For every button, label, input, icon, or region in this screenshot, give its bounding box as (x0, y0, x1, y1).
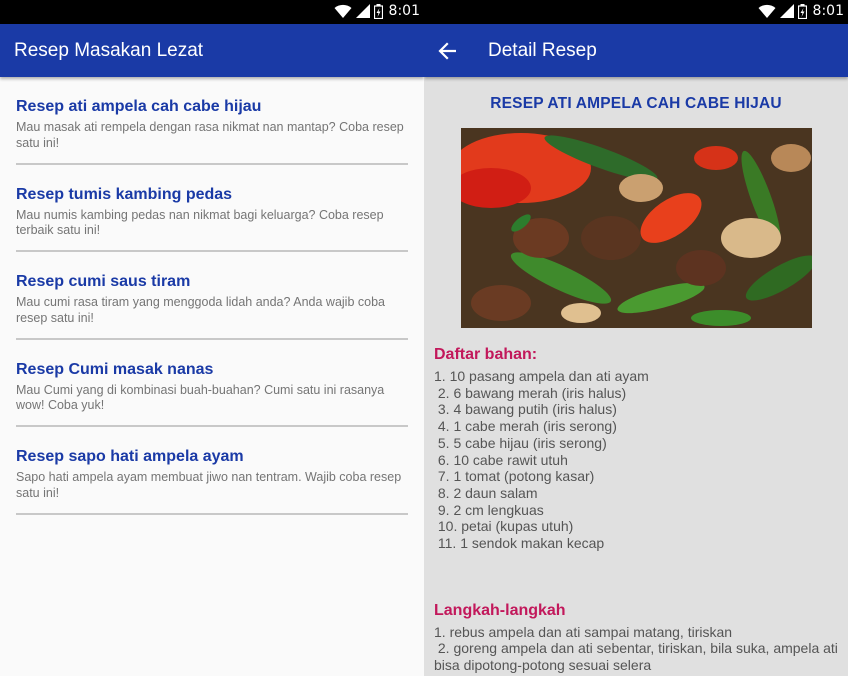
list-item: 9. 2 cm lengkuas (434, 501, 544, 518)
list-item: 10. petai (kupas utuh) (434, 518, 574, 535)
list-item: 3. 4 bawang putih (iris halus) (434, 401, 617, 418)
status-time: 8:01 (812, 3, 844, 19)
recipe-title: Resep cumi saus tiram (16, 273, 191, 290)
steps-heading: Langkah-langkah (434, 601, 566, 619)
recipe-title: Resep ati ampela cah cabe hijau (16, 98, 262, 115)
app-title: Resep Masakan Lezat (14, 39, 204, 61)
recipe-list: Resep ati ampela cah cabe hijau Mau masa… (0, 77, 424, 515)
recipe-list-screen: 8:01 Resep Masakan Lezat Resep ati ampel… (0, 0, 424, 676)
list-item: 4. 1 cabe merah (iris serong) (434, 418, 617, 435)
status-bar: 8:01 (424, 0, 848, 24)
recipe-title: Resep sapo hati ampela ayam (16, 448, 244, 465)
list-item: 1. 10 pasang ampela dan ati ayam (434, 368, 649, 384)
list-item[interactable]: Resep tumis kambing pedas Mau numis kamb… (16, 165, 408, 252)
battery-icon (797, 3, 807, 19)
ingredients-list: 1. 10 pasang ampela dan ati ayam 2. 6 ba… (434, 368, 838, 552)
list-item[interactable]: Resep Cumi masak nanas Mau Cumi yang di … (16, 340, 408, 427)
recipe-detail-screen: 8:01 Detail Resep RESEP ATI AMPELA CAH C… (424, 0, 848, 676)
battery-icon (373, 3, 383, 19)
app-bar: Detail Resep (424, 24, 848, 77)
list-item: 7. 1 tomat (potong kasar) (434, 468, 595, 485)
recipe-image (460, 128, 812, 328)
signal-icon (355, 4, 370, 18)
recipe-title: RESEP ATI AMPELA CAH CABE HIJAU (490, 95, 782, 112)
list-item: 6. 10 cabe rawit utuh (434, 451, 568, 468)
recipe-detail: RESEP ATI AMPELA CAH CABE HIJAU Daftar b… (424, 95, 848, 674)
list-item: 11. 1 sendok makan kecap (434, 535, 605, 552)
status-bar: 8:01 (0, 0, 424, 24)
list-item: 1. rebus ampela dan ati sampai matang, t… (434, 623, 733, 640)
list-item[interactable]: Resep sapo hati ampela ayam Sapo hati am… (16, 427, 408, 515)
recipe-description: Mau masak ati rempela dengan rasa nikmat… (16, 120, 404, 150)
list-item[interactable]: Resep ati ampela cah cabe hijau Mau masa… (16, 77, 408, 165)
ingredients-heading: Daftar bahan: (434, 346, 538, 363)
wifi-icon (334, 4, 352, 19)
recipe-description: Mau Cumi yang di kombinasi buah-buahan? … (16, 382, 385, 413)
steps-list: 1. rebus ampela dan ati sampai matang, t… (434, 624, 838, 674)
recipe-description: Sapo hati ampela ayam membuat jiwo nan t… (16, 470, 402, 500)
arrow-back-icon[interactable] (424, 24, 470, 77)
app-bar: Resep Masakan Lezat (0, 24, 424, 77)
recipe-description: Mau numis kambing pedas nan nikmat bagi … (16, 207, 384, 238)
wifi-icon (758, 4, 776, 19)
list-item[interactable]: Resep cumi saus tiram Mau cumi rasa tira… (16, 252, 408, 340)
recipe-description: Mau cumi rasa tiram yang menggoda lidah … (16, 295, 385, 325)
list-item: 2. 6 bawang merah (iris halus) (434, 384, 627, 401)
signal-icon (779, 4, 794, 18)
recipe-title: Resep Cumi masak nanas (16, 360, 214, 378)
list-item: 5. 5 cabe hijau (iris serong) (434, 434, 607, 451)
list-item: 8. 2 daun salam (434, 484, 538, 501)
recipe-title: Resep tumis kambing pedas (16, 185, 233, 203)
app-title: Detail Resep (488, 39, 597, 61)
status-time: 8:01 (388, 3, 420, 19)
list-item: 2. goreng ampela dan ati sebentar, tiris… (434, 640, 842, 674)
